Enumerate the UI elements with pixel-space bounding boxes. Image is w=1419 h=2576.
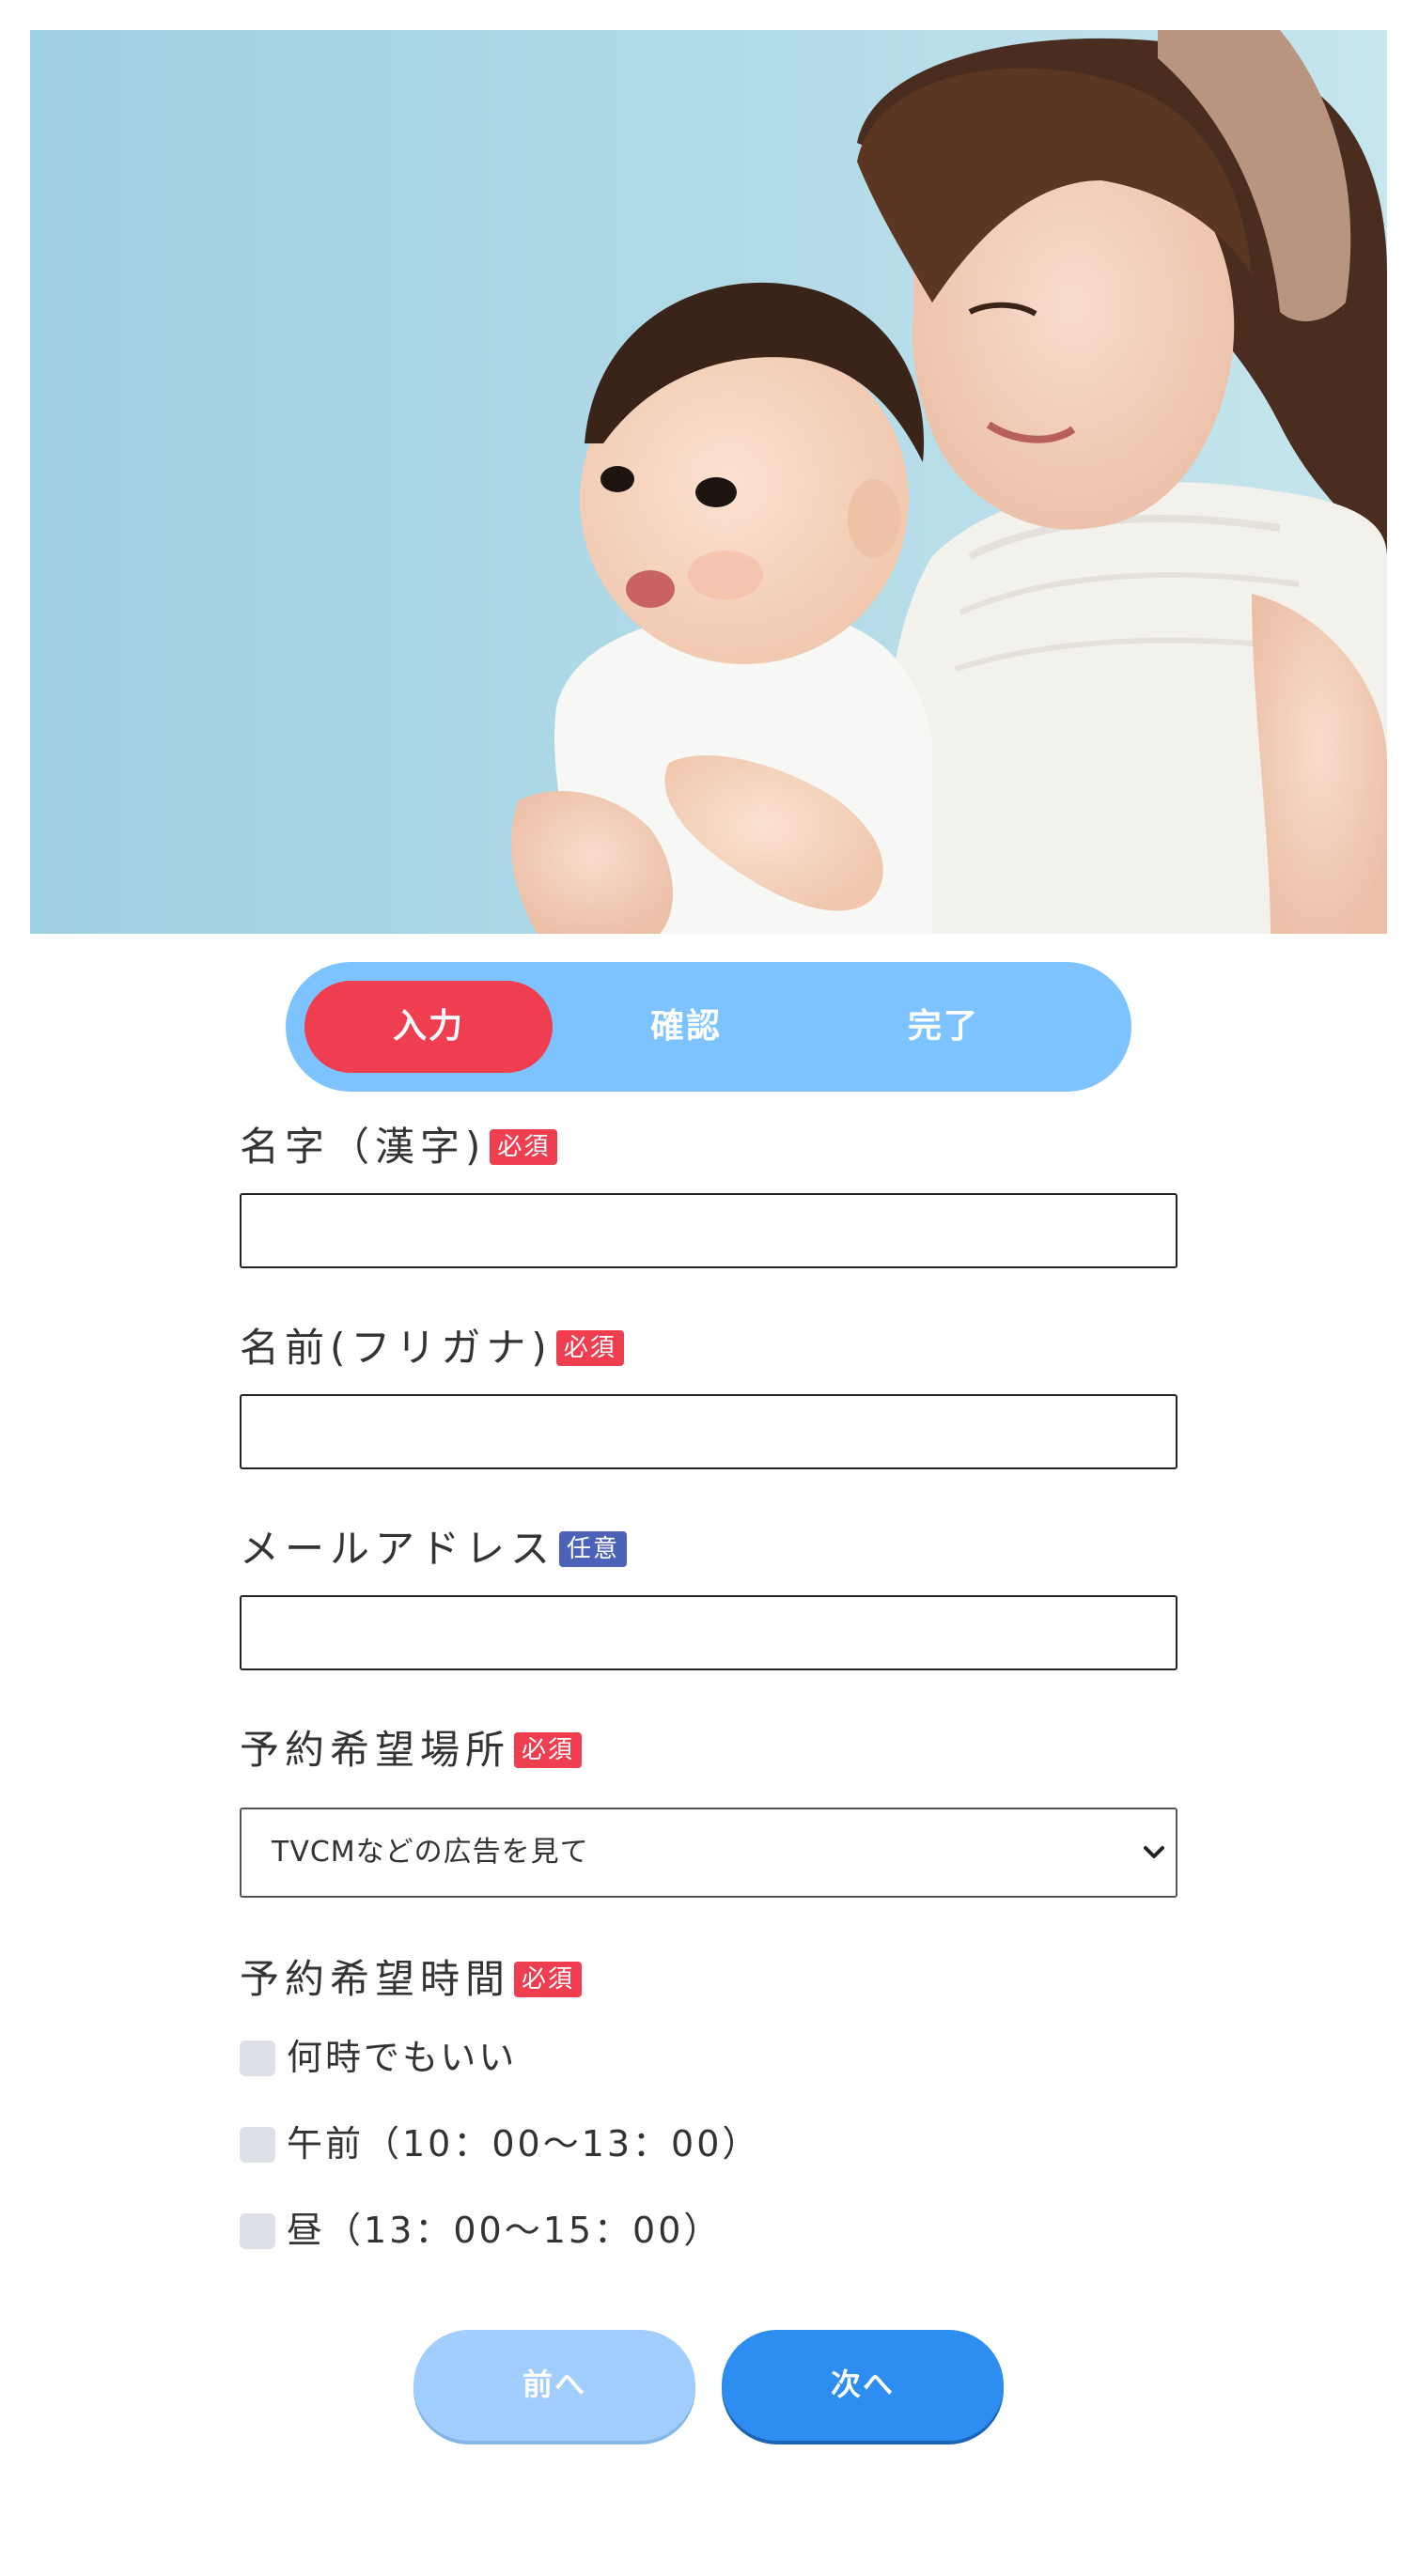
location-select[interactable]: TVCMなどの広告を見て [240,1808,1177,1898]
location-label-text: 予約希望場所 [240,1727,511,1773]
last-name-input[interactable] [240,1193,1177,1268]
first-name-kana-label: 名前(フリガナ) 必須 [240,1325,624,1372]
email-label-text: メールアドレス [240,1526,556,1572]
checkbox-label: 昼（13：00〜15：00） [287,2210,723,2251]
step-confirm: 確認 [649,1007,722,1046]
checkbox-label: 何時でもいい [287,2037,518,2078]
checkbox-label: 午前（10：00〜13：00） [287,2123,761,2165]
hero-photo [30,30,1387,934]
required-badge: 必須 [555,1329,624,1366]
mother-baby-illustration [30,30,1387,934]
step-indicator: 入力 確認 完了 [286,962,1131,1092]
location-select-value: TVCMなどの広告を見て [272,1836,589,1869]
next-button[interactable]: 次へ [722,2330,1004,2441]
first-name-kana-label-text: 名前(フリガナ) [240,1325,553,1371]
required-badge: 必須 [490,1128,558,1165]
prev-button[interactable]: 前へ [413,2330,695,2441]
checkbox[interactable] [240,2127,275,2163]
email-input[interactable] [240,1595,1177,1670]
last-name-label-text: 名字（漢字) [240,1124,487,1170]
time-label-text: 予約希望時間 [240,1956,511,2002]
required-badge: 必須 [514,1731,583,1768]
required-badge: 必須 [514,1961,583,1997]
chevron-down-icon [1144,1846,1164,1858]
step-input: 入力 [304,981,553,1073]
first-name-kana-input[interactable] [240,1394,1177,1469]
email-label: メールアドレス 任意 [240,1526,628,1573]
time-label: 予約希望時間 必須 [240,1956,583,2003]
checkbox[interactable] [240,2041,275,2076]
last-name-label: 名字（漢字) 必須 [240,1124,558,1171]
step-complete: 完了 [907,1007,979,1046]
location-label: 予約希望場所 必須 [240,1727,583,1774]
checkbox[interactable] [240,2213,275,2249]
optional-badge: 任意 [559,1530,628,1567]
